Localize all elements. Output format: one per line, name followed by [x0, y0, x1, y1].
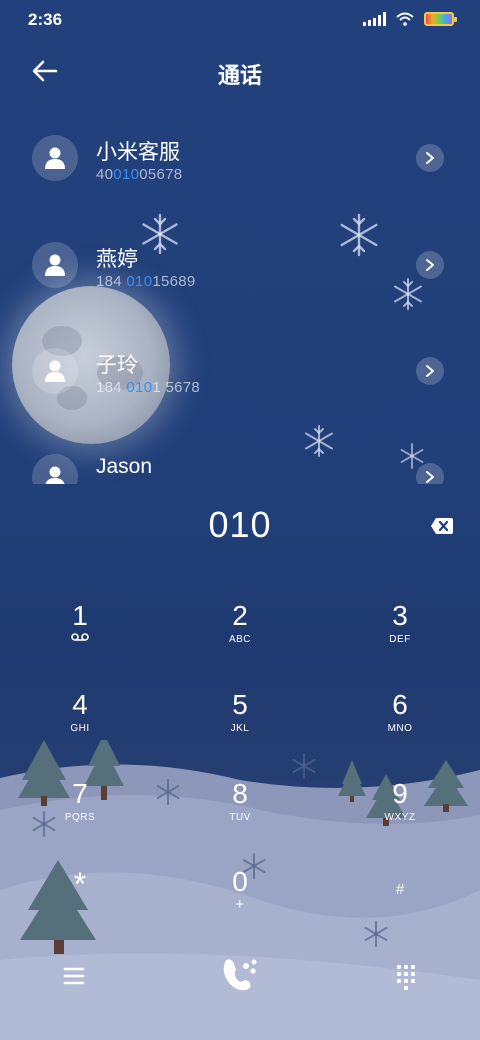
- snowflake-icon: [142, 213, 178, 255]
- snowflake-icon: [340, 213, 378, 257]
- contact-name: 小米客服: [96, 141, 180, 164]
- menu-button[interactable]: [54, 960, 94, 992]
- keypad-toggle-button[interactable]: [386, 960, 426, 992]
- delete-button[interactable]: [430, 516, 454, 536]
- call-button[interactable]: [218, 954, 262, 994]
- voicemail-icon: [71, 633, 89, 641]
- status-time: 2:36: [28, 10, 63, 29]
- chevron-right-icon: [426, 152, 434, 164]
- key-4[interactable]: 4 GHI: [20, 689, 140, 769]
- contact-detail-button[interactable]: [416, 357, 444, 385]
- key-2[interactable]: 2 ABC: [180, 600, 300, 680]
- avatar: [32, 242, 78, 288]
- status-icons: [363, 12, 457, 26]
- dial-input-display: 010: [208, 504, 272, 545]
- key-9[interactable]: 9 WXYZ: [340, 778, 460, 858]
- chevron-right-icon: [426, 259, 434, 271]
- contact-number: 4001005678: [96, 166, 183, 183]
- chevron-right-icon: [426, 365, 434, 377]
- person-icon: [45, 360, 65, 382]
- contact-item[interactable]: 子玲 184 0101 5678: [0, 323, 480, 419]
- contact-name: Jason: [96, 455, 153, 478]
- key-0[interactable]: 0 +: [180, 866, 300, 946]
- key-star[interactable]: *: [20, 868, 140, 948]
- contact-detail-button[interactable]: [416, 251, 444, 279]
- contact-name: 子玲: [96, 354, 138, 377]
- key-3[interactable]: 3 DEF: [340, 600, 460, 680]
- avatar: [32, 135, 78, 181]
- person-icon: [45, 466, 65, 484]
- backspace-icon: [431, 518, 453, 534]
- status-bar: 2:36: [0, 0, 480, 40]
- person-icon: [45, 147, 65, 169]
- avatar: [32, 454, 78, 484]
- battery-icon: [424, 12, 457, 26]
- key-5[interactable]: 5 JKL: [180, 689, 300, 769]
- contact-item[interactable]: 小米客服 4001005678: [0, 110, 480, 206]
- bottom-bar: [0, 950, 480, 1000]
- menu-icon: [63, 967, 85, 985]
- key-1[interactable]: 1: [20, 600, 140, 680]
- chevron-right-icon: [426, 471, 434, 483]
- contact-number: 184 0101 5678: [96, 379, 201, 396]
- snowflake-icon: [394, 278, 422, 310]
- keypad-icon: [397, 965, 415, 990]
- key-hash[interactable]: #: [340, 874, 460, 954]
- avatar: [32, 348, 78, 394]
- snowflake-icon: [400, 443, 424, 469]
- page-title: 通话: [217, 63, 262, 88]
- contact-detail-button[interactable]: [416, 144, 444, 172]
- key-7[interactable]: 7 PQRS: [20, 778, 140, 858]
- wifi-icon: [396, 12, 414, 26]
- signal-icon: [363, 12, 386, 26]
- header: 通话: [0, 46, 480, 96]
- key-8[interactable]: 8 TUV: [180, 778, 300, 858]
- contact-name: 燕婷: [96, 248, 138, 271]
- key-6[interactable]: 6 MNO: [340, 689, 460, 769]
- call-icon: [223, 959, 257, 991]
- contact-number: 184 01015689: [96, 273, 196, 290]
- snowflake-icon: [305, 425, 333, 457]
- person-icon: [45, 254, 65, 276]
